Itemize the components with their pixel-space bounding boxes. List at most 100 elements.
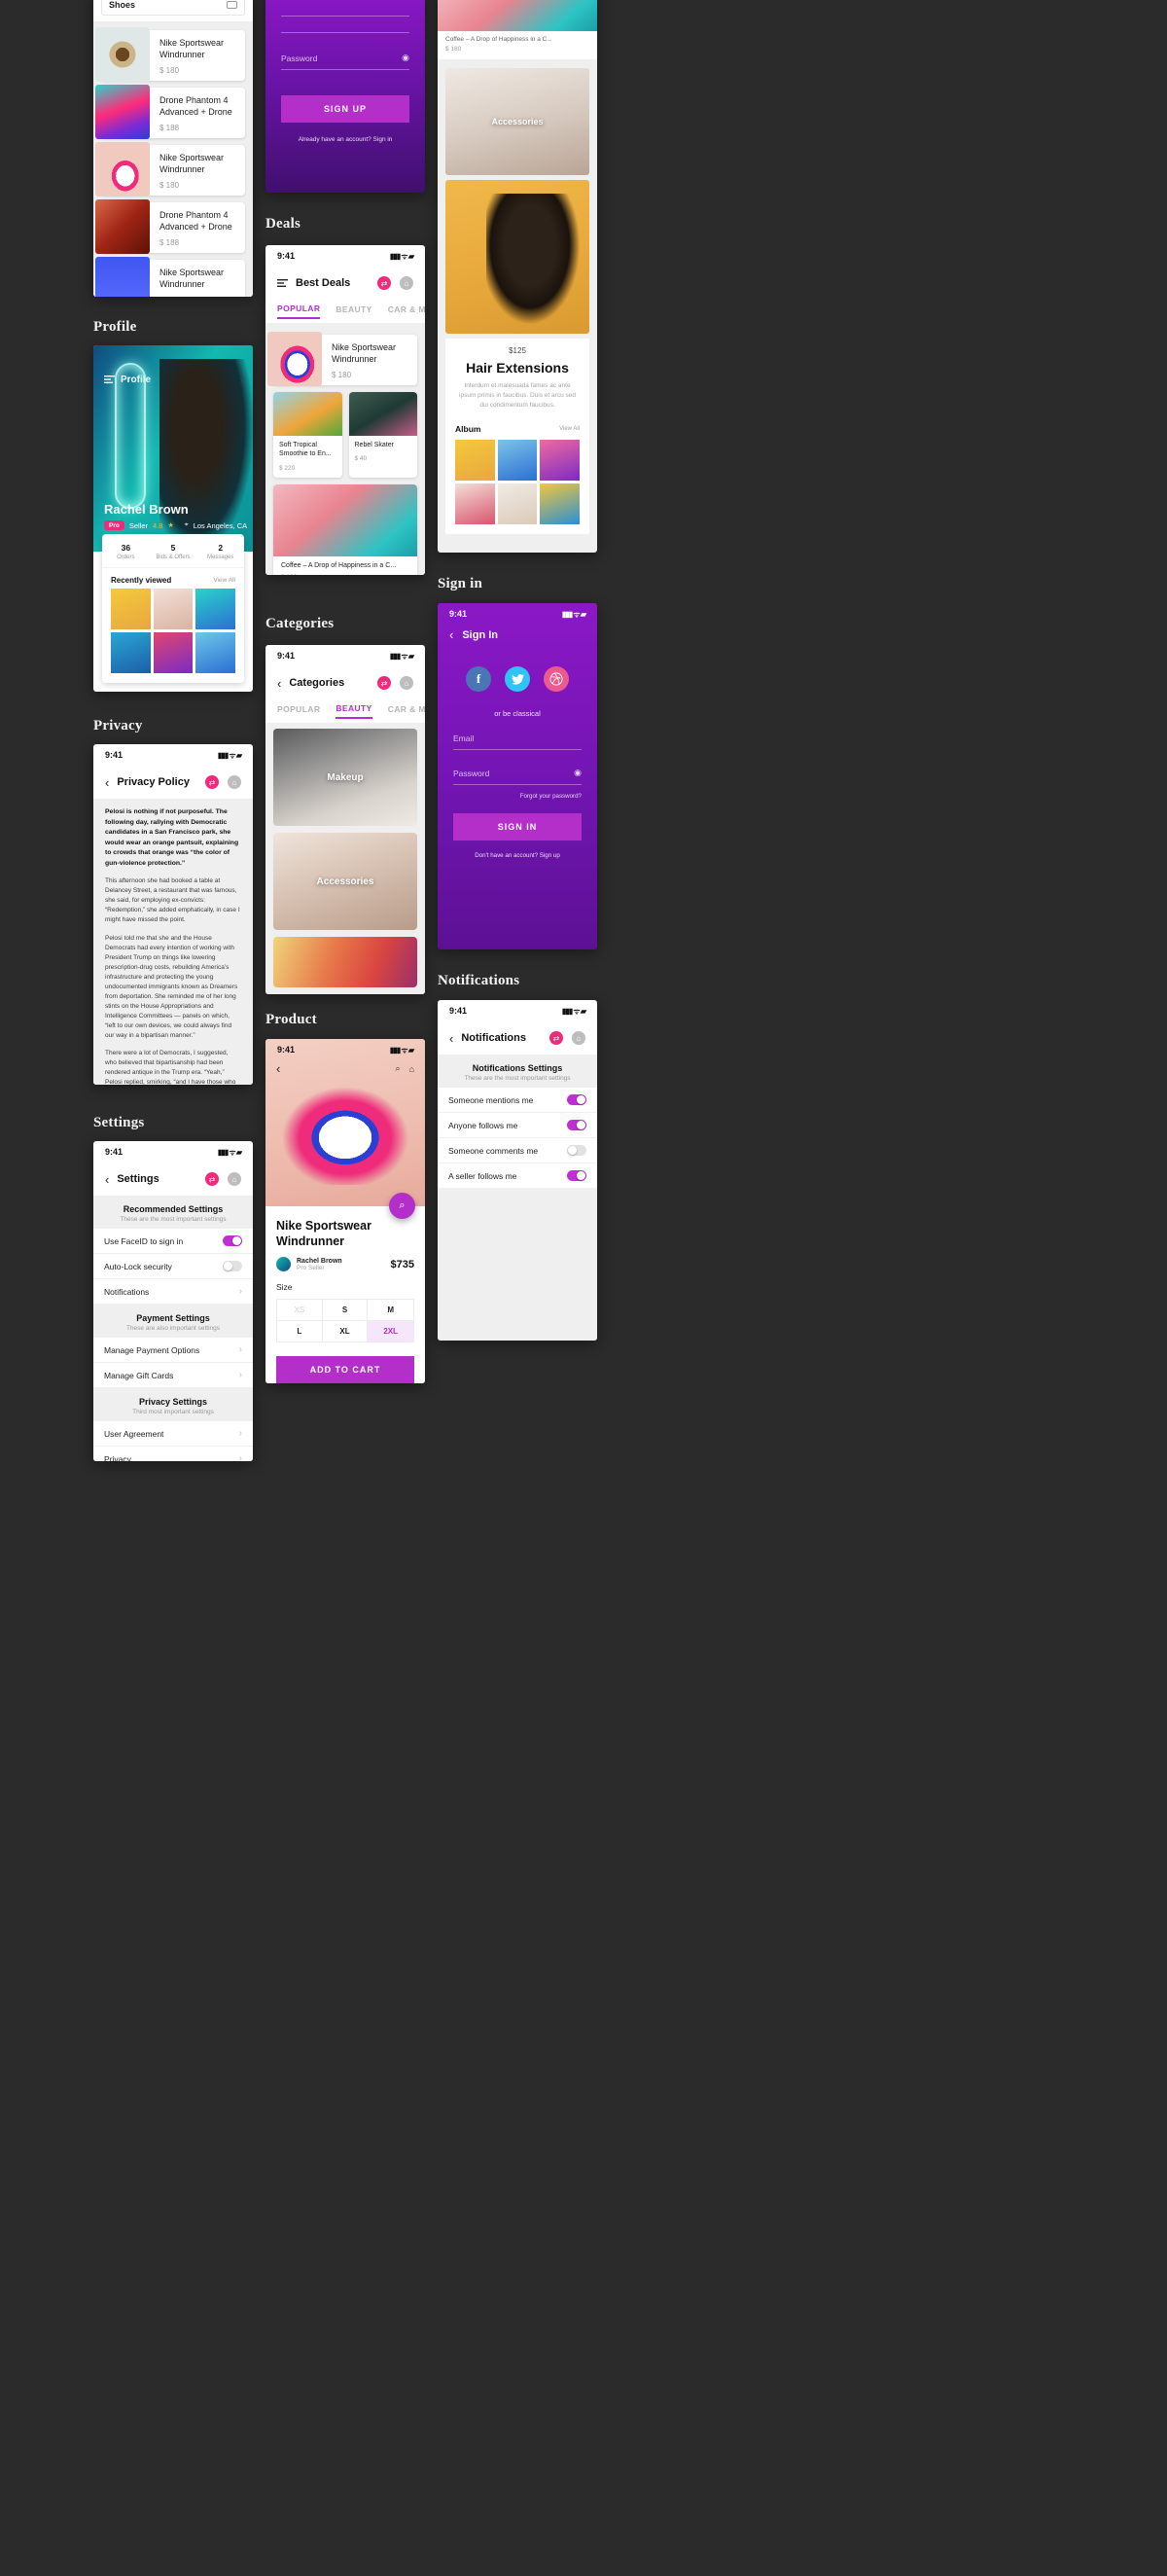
category-card-accessories[interactable]: Accessories xyxy=(273,833,417,930)
setting-row[interactable]: User Agreement › xyxy=(93,1421,253,1447)
detail-prev-item[interactable]: Coffee – A Drop of Happiness in a C... $… xyxy=(438,0,597,63)
setting-row[interactable]: Use FaceID to sign in xyxy=(93,1229,253,1254)
back-icon[interactable]: ‹ xyxy=(105,776,109,789)
share-icon[interactable]: ⇄ xyxy=(377,276,391,290)
signup-footer-link[interactable]: Don't have an account? Sign up xyxy=(453,852,582,859)
tab-car-moto[interactable]: CAR & MOTO xyxy=(388,704,425,718)
album-thumb[interactable] xyxy=(540,483,580,525)
notification-row[interactable]: A seller follows me xyxy=(438,1163,597,1189)
toggle-switch[interactable] xyxy=(567,1094,586,1105)
search-icon[interactable]: ⌕ xyxy=(396,1063,401,1074)
setting-row[interactable]: Manage Payment Options › xyxy=(93,1338,253,1363)
setting-row[interactable]: Auto-Lock security xyxy=(93,1254,253,1279)
setting-row[interactable]: Notifications › xyxy=(93,1279,253,1305)
size-option-2xl[interactable]: 2XL xyxy=(368,1321,413,1342)
toggle-switch[interactable] xyxy=(567,1170,586,1181)
tab-beauty[interactable]: BEAUTY xyxy=(336,304,371,318)
menu-icon[interactable] xyxy=(277,274,288,292)
album-thumb[interactable] xyxy=(455,483,495,525)
password-input[interactable]: Password xyxy=(453,769,489,778)
album-thumb[interactable] xyxy=(540,440,580,482)
recent-thumb[interactable] xyxy=(153,589,194,629)
size-option-xl[interactable]: XL xyxy=(323,1321,369,1342)
toggle-switch[interactable] xyxy=(223,1261,242,1271)
album-thumb[interactable] xyxy=(497,483,538,525)
search-fab[interactable]: ⌕ xyxy=(389,1193,415,1219)
notification-row[interactable]: Anyone follows me xyxy=(438,1113,597,1138)
password-field[interactable]: Password ◉ xyxy=(453,762,582,785)
size-option-s[interactable]: S xyxy=(322,1300,369,1322)
tab-beauty[interactable]: BEAUTY xyxy=(336,703,372,719)
setting-row[interactable]: Manage Gift Cards › xyxy=(93,1363,253,1388)
signup-footer-link[interactable]: Already have an account? Sign in xyxy=(281,136,409,143)
tab-car-moto[interactable]: CAR & MOTO xyxy=(388,304,425,318)
dribbble-icon[interactable] xyxy=(544,666,569,692)
list-item[interactable]: Drone Phantom 4 Advanced + Drone $ 188 xyxy=(95,85,245,139)
recent-thumb[interactable] xyxy=(195,632,235,673)
detail-tile-hero[interactable] xyxy=(445,180,589,334)
cart-icon[interactable]: ⌂ xyxy=(400,276,413,290)
setting-row[interactable]: Privacy › xyxy=(93,1447,253,1461)
recent-thumb[interactable] xyxy=(195,589,235,629)
list-item[interactable]: Drone Phantom 4 Advanced + Drone $ 188 xyxy=(95,199,245,254)
product-seller[interactable]: Rachel Brown Pro Seller $735 xyxy=(276,1257,414,1272)
toggle-switch[interactable] xyxy=(567,1145,586,1156)
cart-icon[interactable]: ⌂ xyxy=(572,1031,585,1045)
forgot-password-link[interactable]: Forgot your password? xyxy=(453,793,582,800)
email-input[interactable]: Email xyxy=(453,733,474,743)
size-option-l[interactable]: L xyxy=(277,1321,323,1342)
album-thumb[interactable] xyxy=(497,440,538,482)
recent-thumb[interactable] xyxy=(153,632,194,673)
detail-tile-accessories[interactable]: Accessories xyxy=(445,68,589,175)
list-item[interactable]: Nike Sportswear Windrunner $ 180 xyxy=(95,27,245,82)
list-item[interactable]: Nike Sportswear Windrunner $ 180 xyxy=(95,142,245,197)
add-to-cart-button[interactable]: ADD TO CART xyxy=(276,1356,414,1383)
share-icon[interactable]: ⇄ xyxy=(377,676,391,690)
deal-card[interactable]: Rebel Skater $ 40 xyxy=(348,392,417,478)
cart-icon[interactable]: ⌂ xyxy=(228,775,241,789)
category-card-makeup[interactable]: Makeup xyxy=(273,729,417,826)
cart-icon[interactable]: ⌂ xyxy=(400,676,413,690)
share-icon[interactable]: ⇄ xyxy=(205,1172,219,1186)
search-input[interactable]: Shoes xyxy=(109,0,135,10)
twitter-icon[interactable] xyxy=(505,666,530,692)
album-thumb[interactable] xyxy=(455,440,495,482)
signup-button[interactable]: SIGN UP xyxy=(281,95,409,123)
size-option-xs[interactable]: XS xyxy=(277,1300,323,1322)
album-view-all[interactable]: View All xyxy=(559,426,580,432)
back-icon[interactable]: ‹ xyxy=(276,1062,280,1075)
list-item[interactable]: Nike Sportswear Windrunner $ 180 xyxy=(95,257,245,297)
deal-wide-card[interactable]: Coffee – A Drop of Happiness in a C... $… xyxy=(273,483,417,575)
back-icon[interactable]: ‹ xyxy=(449,628,453,641)
search-bar[interactable]: Shoes xyxy=(93,0,253,21)
view-all-link[interactable]: View All xyxy=(213,577,235,584)
cart-icon[interactable]: ⌂ xyxy=(409,1064,414,1074)
deal-hero-item[interactable]: Nike Sportswear Windrunner $ 180 xyxy=(267,332,417,386)
signup-email-field[interactable] xyxy=(281,16,409,33)
notification-row[interactable]: Someone comments me xyxy=(438,1138,597,1163)
deal-card[interactable]: Soft Tropical Smoothie to En... $ 220 xyxy=(273,392,342,478)
back-icon[interactable]: ‹ xyxy=(105,1173,109,1186)
eye-icon[interactable]: ◉ xyxy=(574,768,582,778)
share-icon[interactable]: ⇄ xyxy=(205,775,219,789)
toggle-switch[interactable] xyxy=(223,1235,242,1246)
password-input[interactable]: Password xyxy=(281,54,317,63)
notification-row[interactable]: Someone mentions me xyxy=(438,1088,597,1113)
facebook-icon[interactable]: f xyxy=(466,666,491,692)
menu-icon[interactable] xyxy=(104,371,115,388)
email-field[interactable]: Email xyxy=(453,728,582,750)
cart-icon[interactable]: ⌂ xyxy=(228,1172,241,1186)
share-icon[interactable]: ⇄ xyxy=(549,1031,563,1045)
eye-icon[interactable]: ◉ xyxy=(402,53,409,63)
signin-button[interactable]: SIGN IN xyxy=(453,813,582,841)
signup-password-field[interactable]: Password ◉ xyxy=(281,47,409,70)
category-card-third[interactable] xyxy=(273,937,417,987)
back-icon[interactable]: ‹ xyxy=(449,1032,453,1045)
toggle-switch[interactable] xyxy=(567,1120,586,1130)
back-icon[interactable]: ‹ xyxy=(277,677,281,690)
recent-thumb[interactable] xyxy=(111,632,151,673)
tab-popular[interactable]: POPULAR xyxy=(277,304,321,319)
camera-icon[interactable] xyxy=(227,1,237,9)
size-option-m[interactable]: M xyxy=(368,1300,413,1322)
tab-popular[interactable]: POPULAR xyxy=(277,704,320,718)
